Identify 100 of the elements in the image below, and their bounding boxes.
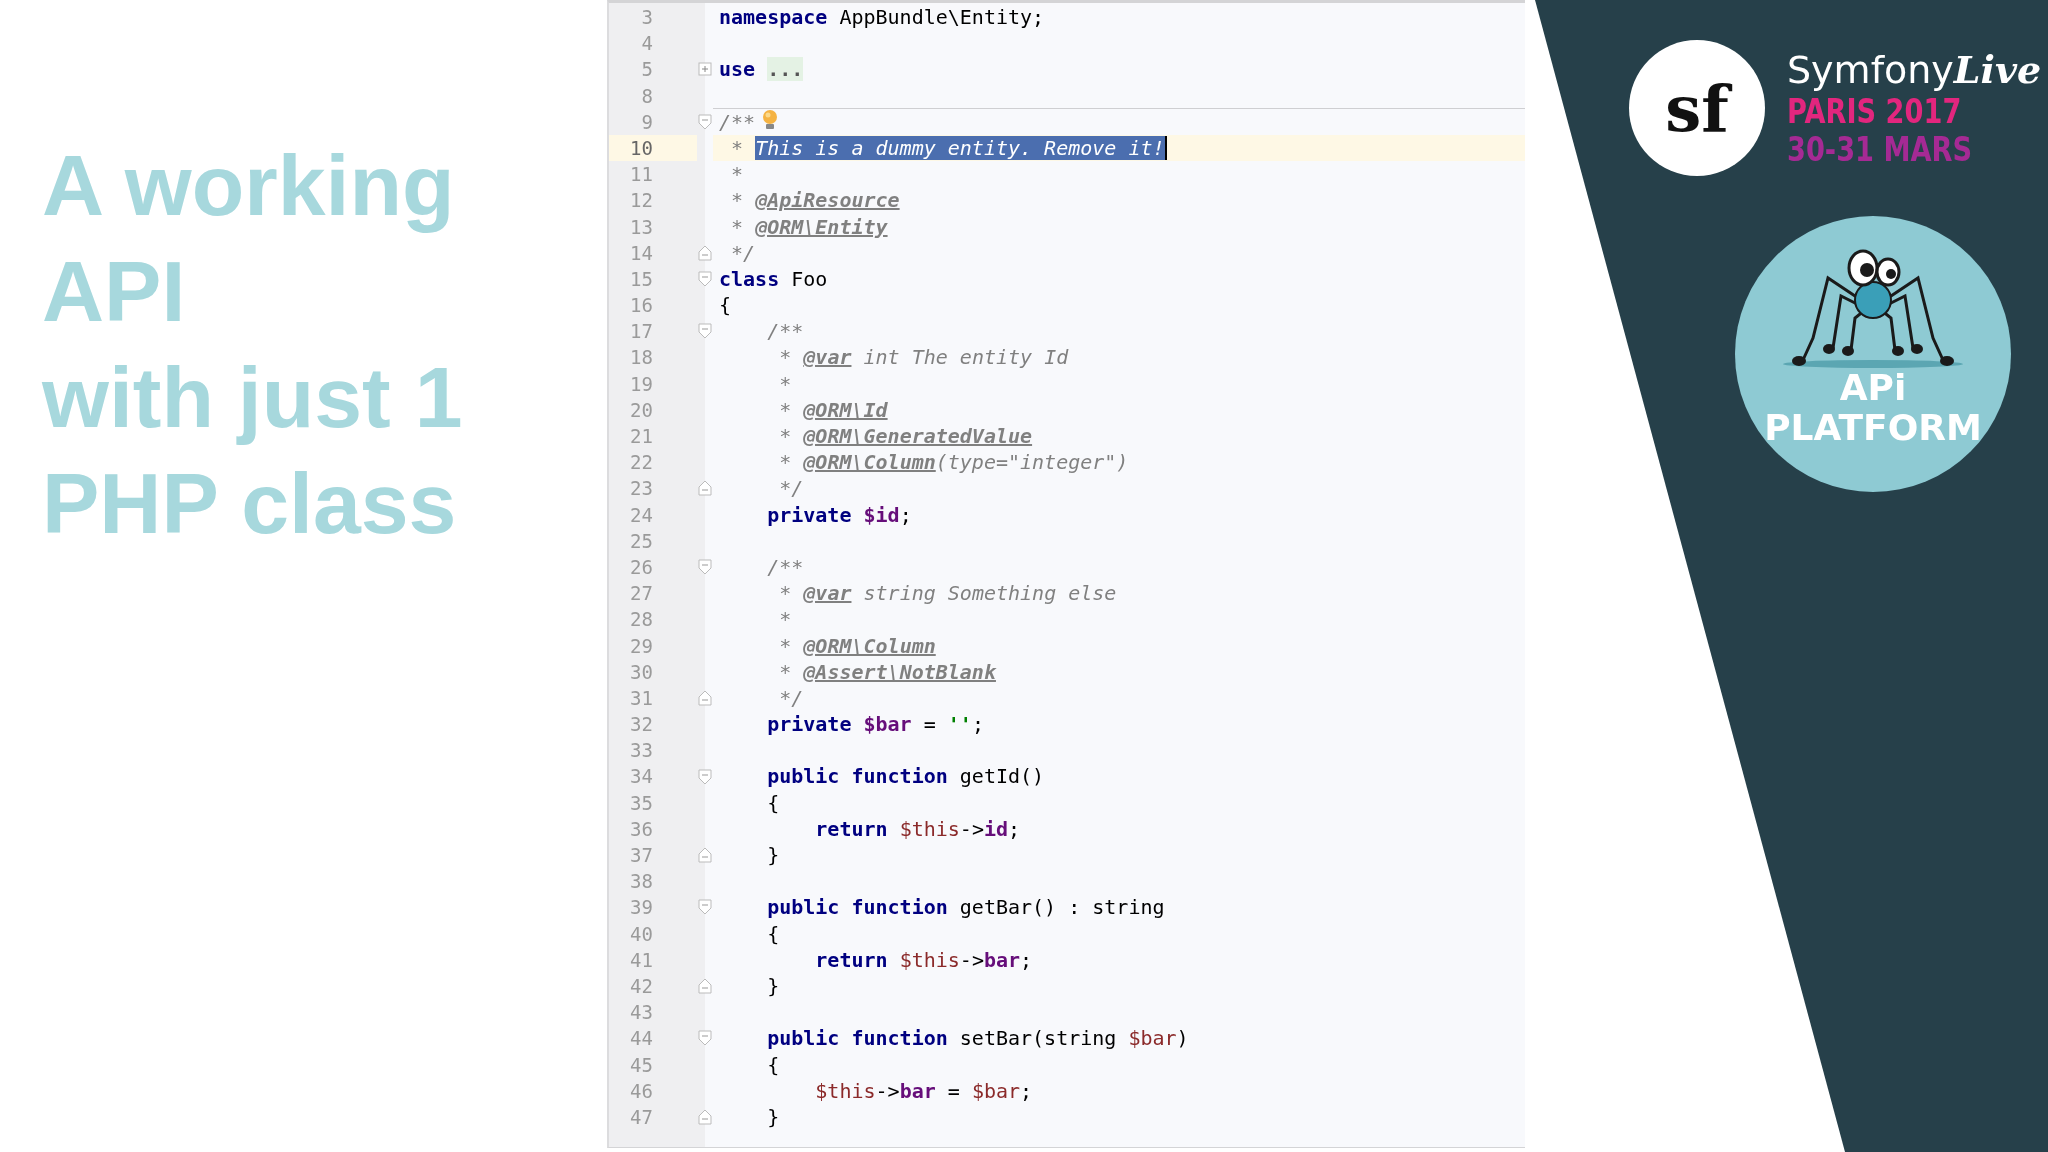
line-number: 16 bbox=[629, 293, 654, 319]
line-number: 10 bbox=[609, 134, 697, 162]
code-line: /** bbox=[719, 109, 756, 134]
logo-text: PLATFORM bbox=[1764, 408, 1982, 448]
line-number: 33 bbox=[629, 738, 654, 764]
event-name: SymfonyLive bbox=[1787, 48, 2042, 92]
fold-icon[interactable] bbox=[698, 559, 712, 576]
code-line: use ... bbox=[719, 57, 804, 82]
code-line: private $bar = ''; bbox=[766, 712, 984, 737]
line-number: 30 bbox=[629, 659, 654, 685]
line-number: 31 bbox=[629, 685, 654, 711]
code-line: public function getBar() : string bbox=[766, 895, 1165, 920]
code-line: /** bbox=[766, 554, 804, 579]
code-line: * @var int The entity Id bbox=[778, 345, 1069, 370]
code-line: return $this->bar; bbox=[814, 947, 1033, 972]
line-number: 14 bbox=[629, 240, 654, 266]
line-number: 21 bbox=[629, 424, 654, 449]
line-number: 12 bbox=[629, 188, 654, 214]
line-number: 9 bbox=[640, 109, 654, 135]
fold-icon[interactable] bbox=[698, 978, 712, 995]
line-number: 4 bbox=[640, 31, 654, 57]
line-number: 46 bbox=[629, 1078, 654, 1104]
line-number: 11 bbox=[629, 162, 654, 188]
code-line: * @ORM\Column(type="integer") bbox=[778, 450, 1129, 475]
line-number: 8 bbox=[640, 83, 654, 109]
code-line: */ bbox=[778, 685, 804, 710]
code-line: * @ApiResource bbox=[730, 188, 900, 213]
slide-title-line: A working bbox=[42, 136, 456, 235]
slide-title-line: with just 1 bbox=[42, 348, 464, 447]
line-number: 17 bbox=[629, 319, 654, 345]
line-number: 45 bbox=[629, 1052, 654, 1078]
code-line: { bbox=[766, 921, 780, 946]
code-line: { bbox=[719, 293, 732, 318]
line-number: 41 bbox=[629, 947, 654, 973]
line-number: 5 bbox=[640, 57, 654, 83]
code-line: public function getId() bbox=[766, 764, 1045, 789]
fold-icon[interactable] bbox=[698, 113, 712, 130]
line-number: 23 bbox=[629, 476, 654, 502]
logo-text: APi bbox=[1839, 368, 1907, 408]
code-line: * @ORM\Entity bbox=[730, 214, 888, 239]
line-number: 20 bbox=[629, 397, 654, 423]
fold-icon[interactable] bbox=[698, 1030, 712, 1047]
fold-icon[interactable] bbox=[698, 270, 712, 287]
line-number: 37 bbox=[629, 843, 654, 868]
code-line: private $id; bbox=[766, 502, 912, 527]
line-number: 47 bbox=[629, 1104, 654, 1130]
line-number: 24 bbox=[629, 502, 654, 528]
code-line: * @ORM\Column bbox=[778, 633, 936, 658]
fold-icon[interactable] bbox=[698, 768, 712, 785]
line-number: 36 bbox=[629, 816, 654, 842]
line-number: 38 bbox=[629, 869, 654, 895]
fold-icon[interactable] bbox=[698, 1108, 712, 1125]
line-number: 29 bbox=[629, 633, 654, 659]
line-number: 40 bbox=[629, 921, 654, 947]
line-number: 44 bbox=[629, 1026, 654, 1052]
code-line: * This is a dummy entity. Remove it! bbox=[730, 135, 1167, 160]
code-line: } bbox=[766, 1104, 780, 1129]
code-line: */ bbox=[730, 240, 756, 265]
code-line: */ bbox=[778, 476, 804, 501]
fold-icon[interactable] bbox=[698, 847, 712, 864]
line-number: 42 bbox=[629, 973, 654, 999]
line-number: 15 bbox=[629, 266, 654, 292]
slide-title-line: API bbox=[42, 242, 187, 341]
code-line: public function setBar(string $bar) bbox=[766, 1026, 1189, 1051]
fold-icon[interactable] bbox=[698, 480, 712, 497]
line-number: 27 bbox=[629, 581, 654, 607]
code-line: * bbox=[730, 162, 744, 187]
line-number: 13 bbox=[629, 214, 654, 240]
line-number: 39 bbox=[629, 895, 654, 921]
code-line: $this->bar = $bar; bbox=[814, 1078, 1033, 1103]
line-number: 34 bbox=[629, 764, 654, 790]
code-line: * bbox=[778, 607, 792, 632]
code-line: { bbox=[766, 1052, 780, 1077]
expand-icon[interactable] bbox=[698, 62, 712, 77]
line-number: 28 bbox=[629, 607, 654, 633]
line-number: 25 bbox=[629, 528, 654, 554]
line-number: 26 bbox=[629, 554, 654, 580]
fold-icon[interactable] bbox=[698, 244, 712, 261]
code-line: { bbox=[766, 790, 780, 815]
code-line: } bbox=[766, 843, 780, 867]
line-number: 19 bbox=[629, 371, 654, 397]
event-dates: 30-31 MARS bbox=[1787, 130, 1974, 168]
code-line: * @var string Something else bbox=[778, 581, 1117, 606]
line-number: 22 bbox=[629, 450, 654, 476]
code-line: * @Assert\NotBlank bbox=[778, 659, 996, 684]
code-line: class Foo bbox=[719, 266, 828, 291]
line-number: 43 bbox=[629, 1000, 654, 1026]
line-number: 18 bbox=[629, 345, 654, 371]
fold-icon[interactable] bbox=[698, 689, 712, 706]
code-line: } bbox=[766, 973, 780, 998]
code-line: * @ORM\GeneratedValue bbox=[778, 424, 1033, 448]
code-line: * @ORM\Id bbox=[778, 397, 888, 422]
fold-icon[interactable] bbox=[698, 899, 712, 916]
code-line: /** bbox=[766, 319, 804, 344]
line-number: 3 bbox=[640, 5, 654, 30]
code-line: namespace AppBundle\Entity; bbox=[719, 5, 1045, 29]
code-line: return $this->id; bbox=[814, 816, 1021, 841]
slide-title-line: PHP class bbox=[42, 454, 458, 553]
event-city-year: PARIS 2017 bbox=[1787, 92, 1963, 130]
fold-icon[interactable] bbox=[698, 323, 712, 340]
